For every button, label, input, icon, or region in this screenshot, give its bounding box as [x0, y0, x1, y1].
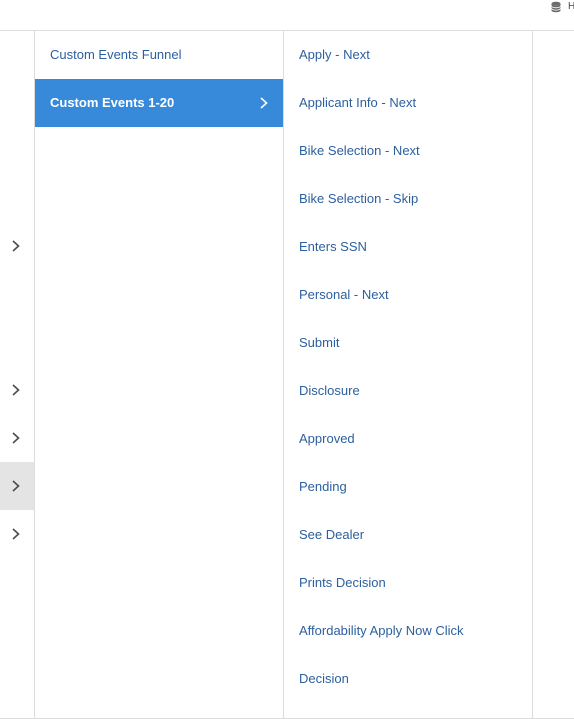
event-item[interactable]: Disclosure: [284, 367, 532, 415]
chevron-right-icon: [12, 432, 20, 444]
event-item-label: Prints Decision: [299, 575, 386, 590]
event-item[interactable]: Bike Selection - Next: [284, 127, 532, 175]
chevron-right-icon: [12, 240, 20, 252]
event-item[interactable]: Submit: [284, 319, 532, 367]
left-column-row[interactable]: [0, 414, 34, 462]
event-item[interactable]: Bike Selection - Skip: [284, 175, 532, 223]
category-item-label: Custom Events 1-20: [50, 95, 175, 110]
database-icon[interactable]: [550, 1, 562, 13]
left-column-row[interactable]: [0, 366, 34, 414]
event-item-label: Approved: [299, 431, 355, 446]
chevron-right-icon: [260, 97, 268, 109]
event-item-label: Affordability Apply Now Click: [299, 623, 464, 638]
category-item-label: Custom Events Funnel: [50, 47, 182, 62]
event-item-label: Bike Selection - Next: [299, 143, 420, 158]
event-item[interactable]: Applicant Info - Next: [284, 79, 532, 127]
event-item[interactable]: Affordability Apply Now Click: [284, 607, 532, 655]
top-bar: H: [0, 0, 574, 31]
event-item-label: Bike Selection - Skip: [299, 191, 419, 206]
events-column: Apply - Next Applicant Info - Next Bike …: [284, 31, 533, 719]
event-item-label: Enters SSN: [299, 239, 367, 254]
left-column-row-active[interactable]: [0, 462, 34, 510]
event-item-label: Decision: [299, 671, 349, 686]
event-item-label: Applicant Info - Next: [299, 95, 417, 110]
event-item-label: Disclosure: [299, 383, 360, 398]
event-item-label: Personal - Next: [299, 287, 389, 302]
event-item[interactable]: Prints Decision: [284, 559, 532, 607]
category-item-custom-events-funnel[interactable]: Custom Events Funnel: [35, 31, 283, 79]
event-item-label: Pending: [299, 479, 347, 494]
chevron-right-icon: [12, 480, 20, 492]
event-item[interactable]: Apply - Next: [284, 31, 532, 79]
category-column: Custom Events Funnel Custom Events 1-20: [35, 31, 284, 719]
chevron-right-icon: [12, 528, 20, 540]
event-item[interactable]: Decision: [284, 655, 532, 703]
event-item[interactable]: Enters SSN: [284, 223, 532, 271]
topbar-truncated-label: H: [568, 1, 574, 12]
event-item[interactable]: Personal - Next: [284, 271, 532, 319]
event-item[interactable]: Approved: [284, 415, 532, 463]
chevron-right-icon: [12, 384, 20, 396]
event-item[interactable]: See Dealer: [284, 511, 532, 559]
event-item-label: Apply - Next: [299, 47, 370, 62]
event-item[interactable]: Pending: [284, 463, 532, 511]
left-column-row[interactable]: [0, 510, 34, 558]
event-item-label: Submit: [299, 335, 340, 350]
left-collapsed-column: [0, 31, 35, 719]
event-item-label: See Dealer: [299, 527, 365, 542]
category-item-custom-events-1-20[interactable]: Custom Events 1-20: [35, 79, 283, 127]
left-column-row[interactable]: [0, 222, 34, 270]
